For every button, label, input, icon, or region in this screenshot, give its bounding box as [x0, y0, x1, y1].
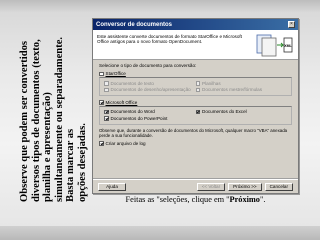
- option-staroffice-spreadsheets[interactable]: Planilhas: [195, 80, 288, 86]
- bottom-caption-emphasis: Próximo: [229, 195, 260, 204]
- option-label: Documentos do PowerPoint: [110, 115, 168, 121]
- checkbox[interactable]: [104, 81, 109, 86]
- xml-logo-icon: XML: [256, 34, 293, 57]
- close-icon[interactable]: ×: [288, 21, 295, 28]
- slide-top-shade: [0, 0, 320, 12]
- staroffice-options: Documentos de texto Planilhas Documentos…: [99, 77, 292, 96]
- checkbox[interactable]: [195, 81, 200, 86]
- side-caption-line: simultaneamente ou separadamente.: [54, 36, 65, 202]
- side-caption: Observe que podem ser convertidos divers…: [19, 20, 89, 202]
- bottom-caption: Feitas as "seleções, clique em "Próximo"…: [92, 195, 299, 204]
- slide-bottom-shade: [0, 226, 320, 240]
- side-caption-line: Basta marcar as: [65, 128, 77, 202]
- dialog-title: Conversor de documentos: [96, 21, 173, 28]
- side-caption-line: diversos tipos de documentos (texto,: [30, 39, 42, 202]
- staroffice-label: StarOffice: [105, 71, 126, 77]
- option-label: Documentos do Word: [110, 109, 155, 115]
- staroffice-checkbox[interactable]: [99, 71, 104, 76]
- dialog-titlebar: Conversor de documentos ×: [93, 19, 298, 30]
- msoffice-row[interactable]: Microsoft Office: [99, 99, 292, 106]
- option-label: Documentos do Excel: [202, 109, 247, 115]
- logo-text: XML: [284, 44, 292, 48]
- document-converter-dialog: Conversor de documentos × Este assistent…: [92, 18, 299, 194]
- msoffice-options: Documentos do Word Documentos do Excel D…: [99, 105, 292, 125]
- log-label: Criar arquivo de log: [105, 141, 146, 147]
- next-button[interactable]: Próximo >>: [228, 182, 262, 191]
- checkbox[interactable]: [195, 109, 200, 114]
- option-staroffice-master[interactable]: Documentos mestre/fórmulas: [195, 87, 288, 93]
- vba-note: Observe que, durante a conversão de docu…: [99, 127, 288, 138]
- option-staroffice-drawing[interactable]: Documentos de desenho/apresentação: [104, 87, 196, 92]
- dialog-footer: Ajuda << Voltar Próximo >> Cancelar: [93, 179, 298, 193]
- option-powerpoint-documents[interactable]: Documentos do PowerPoint: [104, 116, 287, 121]
- side-caption-line: opções desejadas.: [77, 123, 89, 202]
- dialog-body: Selecione o tipo de documento para conve…: [93, 60, 298, 150]
- side-caption-line: planilha e apresentação): [42, 92, 54, 202]
- msoffice-label: Microsoft Office: [105, 99, 138, 105]
- cancel-button[interactable]: Cancelar: [264, 182, 293, 191]
- side-caption-box: Observe que podem ser convertidos divers…: [4, 20, 104, 202]
- checkbox[interactable]: [104, 87, 109, 92]
- option-excel-documents[interactable]: Documentos do Excel: [195, 109, 288, 115]
- help-button[interactable]: Ajuda: [98, 182, 126, 191]
- msoffice-checkbox[interactable]: [99, 100, 104, 105]
- log-option[interactable]: Criar arquivo de log: [99, 140, 292, 147]
- option-label: Documentos mestre/fórmulas: [202, 87, 262, 93]
- staroffice-row[interactable]: StarOffice: [99, 71, 292, 78]
- dialog-intro: Este assistente converte documentos de f…: [97, 34, 242, 45]
- checkbox[interactable]: [104, 109, 109, 114]
- option-label: Planilhas: [202, 80, 221, 86]
- question-label: Selecione o tipo de documento para conve…: [99, 63, 197, 68]
- option-word-documents[interactable]: Documentos do Word: [104, 109, 196, 114]
- checkbox[interactable]: [104, 116, 109, 121]
- option-staroffice-text[interactable]: Documentos de texto: [104, 81, 196, 86]
- checkbox[interactable]: [195, 87, 200, 92]
- option-label: Documentos de desenho/apresentação: [110, 87, 191, 93]
- log-checkbox[interactable]: [99, 141, 104, 146]
- dialog-header: Este assistente converte documentos de f…: [93, 30, 298, 60]
- back-button[interactable]: << Voltar: [196, 182, 226, 191]
- bottom-caption-suffix: ".: [259, 195, 266, 204]
- side-caption-line: Observe que podem ser convertidos: [19, 40, 31, 202]
- option-label: Documentos de texto: [110, 80, 154, 86]
- bottom-caption-prefix: Feitas as "seleções, clique em ": [125, 195, 230, 204]
